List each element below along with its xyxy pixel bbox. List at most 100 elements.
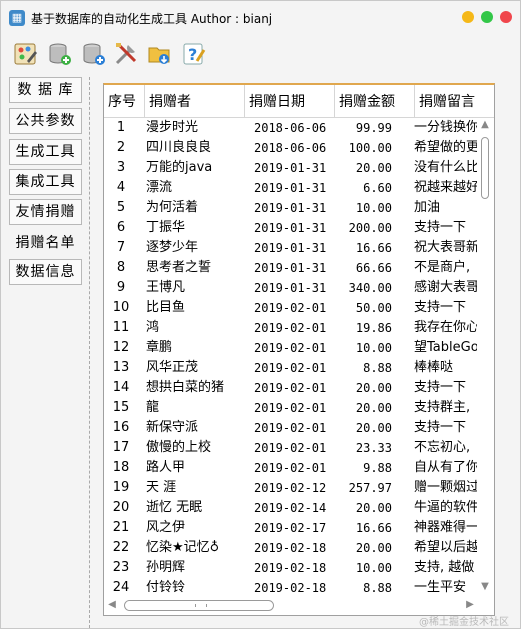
donation-message: 一分钱换你 <box>414 120 480 135</box>
table-body: 1 漫步时光 2018-06-06 99.99 一分钱换你 2 四川良良良 2018-06-0… <box>104 118 482 596</box>
donation-amount: 20.00 <box>355 401 392 415</box>
donor-name: 漫步时光 <box>146 120 199 135</box>
nav-item-generate-tools[interactable]: 生成工具 <box>9 139 82 165</box>
table-row[interactable]: 6 丁振华 2019-01-31 200.00 支持一下 <box>104 218 482 238</box>
donation-message: 支持一下 <box>414 420 467 435</box>
table-row[interactable]: 21 风之伊 2019-02-17 16.66 神器难得一 <box>104 518 482 538</box>
table-row[interactable]: 20 逝忆 无眠 2019-02-14 20.00 牛逼的软件 <box>104 498 482 518</box>
column-header-date[interactable]: 捐赠日期 <box>244 85 334 117</box>
donation-message: 牛逼的软件 <box>414 500 480 515</box>
donation-amount: 340.00 <box>348 281 392 295</box>
donation-date: 2019-01-31 <box>254 181 327 195</box>
donor-name: 天 涯 <box>146 480 177 495</box>
scroll-grip-icon <box>195 604 207 607</box>
donor-name: 孙明辉 <box>146 560 186 575</box>
svg-text:?: ? <box>188 45 197 64</box>
donation-date: 2019-02-01 <box>254 461 327 475</box>
table-row[interactable]: 14 想拱白菜的猪 2019-02-01 20.00 支持一下 <box>104 378 482 398</box>
folder-download-icon[interactable] <box>147 41 173 67</box>
donor-name: 傲慢的上校 <box>146 440 212 455</box>
table-row[interactable]: 18 路人甲 2019-02-01 9.88 自从有了你 <box>104 458 482 478</box>
database-add-icon[interactable] <box>47 41 73 67</box>
donation-amount: 8.88 <box>363 581 392 595</box>
palette-tool-icon[interactable] <box>13 41 39 67</box>
donation-message: 感谢大表哥 <box>414 280 480 295</box>
row-number: 10 <box>112 300 130 315</box>
title-bar[interactable]: ▦ 基于数据库的自动化生成工具 Author : bianj <box>1 1 520 35</box>
column-header-amount[interactable]: 捐赠金额 <box>334 85 414 117</box>
horizontal-scroll-thumb[interactable] <box>124 600 274 611</box>
donor-name: 风华正茂 <box>146 360 199 375</box>
help-icon[interactable]: ? <box>181 41 207 67</box>
row-number: 16 <box>112 420 130 435</box>
scroll-left-icon[interactable]: ◀ <box>106 599 118 611</box>
table-row[interactable]: 1 漫步时光 2018-06-06 99.99 一分钱换你 <box>104 118 482 138</box>
scroll-up-icon[interactable]: ▲ <box>477 119 493 131</box>
donation-date: 2018-06-06 <box>254 141 327 155</box>
donor-table: 序号 捐赠者 捐赠日期 捐赠金额 捐赠留言 1 漫步时光 2018-06-06 99.… <box>103 83 495 616</box>
nav-item-data-info[interactable]: 数据信息 <box>9 259 82 285</box>
nav-item-donor-list[interactable]: 捐赠名单 <box>9 230 82 256</box>
column-header-message[interactable]: 捐赠留言 <box>414 85 494 117</box>
close-button[interactable] <box>500 11 512 23</box>
donation-date: 2019-02-18 <box>254 561 327 575</box>
scroll-right-icon[interactable]: ▶ <box>464 599 476 611</box>
table-row[interactable]: 3 万能的java 2019-01-31 20.00 没有什么比 <box>104 158 482 178</box>
table-row[interactable]: 11 鸿 2019-02-01 19.86 我存在你心 <box>104 318 482 338</box>
table-row[interactable]: 22 忆染★记忆♁ 2019-02-18 20.00 希望以后越 <box>104 538 482 558</box>
nav-item-donate[interactable]: 友情捐赠 <box>9 199 82 225</box>
database-add-blue-icon[interactable] <box>81 41 107 67</box>
table-row[interactable]: 19 天 涯 2019-02-12 257.97 赠一颗烟过 <box>104 478 482 498</box>
donation-amount: 99.99 <box>355 121 392 135</box>
donation-date: 2019-02-18 <box>254 581 327 595</box>
donation-message: 自从有了你 <box>414 460 480 475</box>
table-row[interactable]: 4 漂流 2019-01-31 6.60 祝越来越好 <box>104 178 482 198</box>
table-row[interactable]: 16 新保守派 2019-02-01 20.00 支持一下 <box>104 418 482 438</box>
nav-item-common-params[interactable]: 公共参数 <box>9 108 82 134</box>
horizontal-scrollbar[interactable]: ◀ ▶ <box>104 595 494 615</box>
table-row[interactable]: 2 四川良良良 2018-06-06 100.00 希望做的更 <box>104 138 482 158</box>
table-row[interactable]: 17 傲慢的上校 2019-02-01 23.33 不忘初心, <box>104 438 482 458</box>
table-row[interactable]: 8 思考者之誓 2019-01-31 66.66 不是商户, <box>104 258 482 278</box>
row-number: 9 <box>116 280 126 295</box>
table-row[interactable]: 24 付铃铃 2019-02-18 8.88 一生平安 <box>104 578 482 596</box>
row-number: 18 <box>112 460 130 475</box>
donation-date: 2019-02-01 <box>254 301 327 315</box>
scroll-down-icon[interactable]: ▼ <box>477 581 493 593</box>
table-row[interactable]: 5 为何活着 2019-01-31 10.00 加油 <box>104 198 482 218</box>
donor-name: 想拱白菜的猪 <box>146 380 225 395</box>
table-row[interactable]: 15 龍 2019-02-01 20.00 支持群主, <box>104 398 482 418</box>
donation-amount: 20.00 <box>355 501 392 515</box>
vertical-scrollbar[interactable]: ▲ ▼ <box>477 119 493 593</box>
table-row[interactable]: 10 比目鱼 2019-02-01 50.00 支持一下 <box>104 298 482 318</box>
table-row[interactable]: 23 孙明辉 2019-02-18 10.00 支持, 越做 <box>104 558 482 578</box>
table-row[interactable]: 9 王博凡 2019-01-31 340.00 感谢大表哥 <box>104 278 482 298</box>
vertical-scroll-thumb[interactable] <box>481 137 489 199</box>
column-header-donor[interactable]: 捐赠者 <box>144 85 244 117</box>
row-number: 21 <box>112 520 130 535</box>
nav-item-integration-tools[interactable]: 集成工具 <box>9 169 82 195</box>
donation-message: 一生平安 <box>414 580 467 595</box>
nav-item-database[interactable]: 数 据 库 <box>9 77 82 103</box>
row-number: 14 <box>112 380 130 395</box>
row-number: 22 <box>112 540 130 555</box>
donor-name: 鸿 <box>146 320 160 335</box>
donation-date: 2019-02-01 <box>254 321 327 335</box>
donation-message: 神器难得一 <box>414 520 480 535</box>
donation-amount: 10.00 <box>355 201 392 215</box>
table-row[interactable]: 7 逐梦少年 2019-01-31 16.66 祝大表哥新 <box>104 238 482 258</box>
donation-amount: 66.66 <box>355 261 392 275</box>
donation-date: 2019-01-31 <box>254 281 327 295</box>
donation-amount: 16.66 <box>355 241 392 255</box>
donation-amount: 20.00 <box>355 541 392 555</box>
minimize-button[interactable] <box>462 11 474 23</box>
tools-icon[interactable] <box>113 41 139 67</box>
table-row[interactable]: 12 章鹏 2019-02-01 10.00 望TableGo <box>104 338 482 358</box>
maximize-button[interactable] <box>481 11 493 23</box>
donation-message: 支持群主, <box>414 400 471 415</box>
donation-date: 2019-02-14 <box>254 501 327 515</box>
table-row[interactable]: 13 风华正茂 2019-02-01 8.88 棒棒哒 <box>104 358 482 378</box>
column-header-no[interactable]: 序号 <box>104 85 144 117</box>
donor-name: 漂流 <box>146 180 173 195</box>
donor-name: 万能的java <box>146 160 213 175</box>
